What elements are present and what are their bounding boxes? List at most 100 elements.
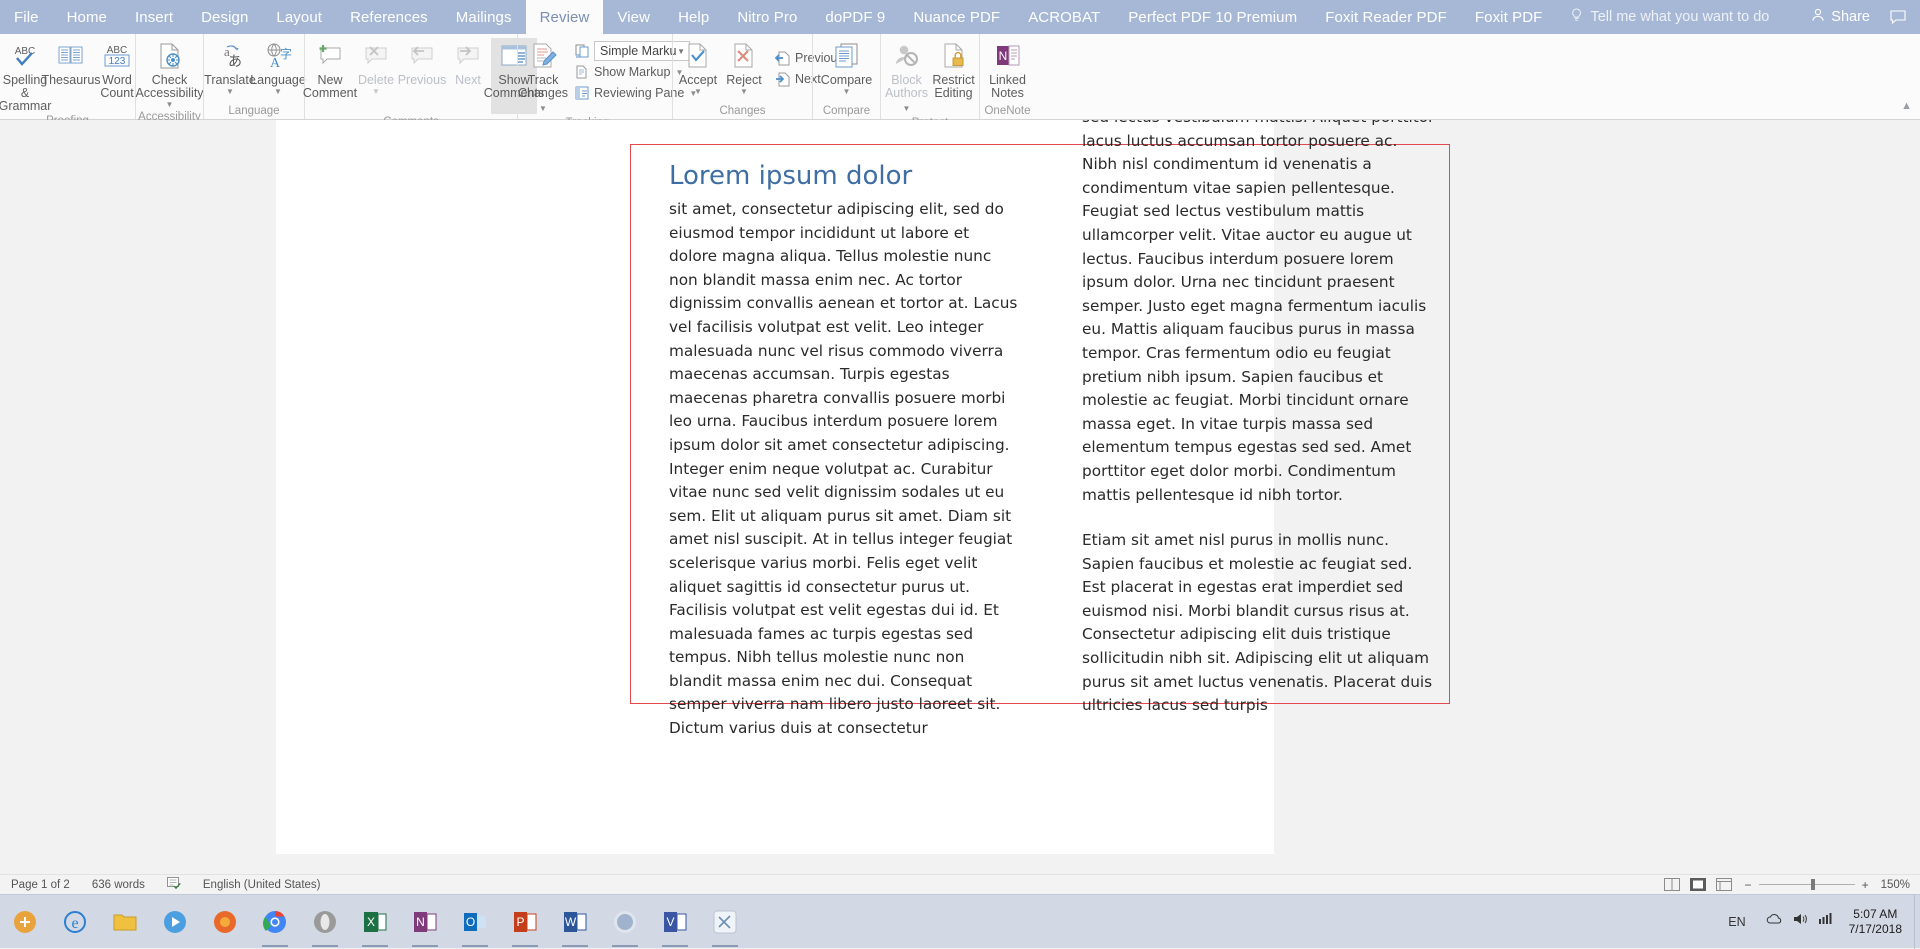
svg-text:O: O (466, 915, 475, 929)
powerpoint-icon[interactable]: P (500, 895, 550, 949)
firefox-icon[interactable] (200, 895, 250, 949)
tab-home[interactable]: Home (53, 0, 121, 34)
tab-layout[interactable]: Layout (262, 0, 336, 34)
tab-references[interactable]: References (336, 0, 442, 34)
status-word-count[interactable]: 636 words (81, 879, 156, 891)
check-accessibility-button[interactable]: Check Accessibility ▼ (135, 38, 204, 109)
document-canvas[interactable]: Lorem ipsum dolor sit amet, consectetur … (0, 120, 1920, 854)
comments-pane-button[interactable] (1886, 0, 1920, 34)
zoom-thumb[interactable] (1810, 879, 1815, 890)
outlook-icon[interactable]: O (450, 895, 500, 949)
word-icon[interactable]: W (550, 895, 600, 949)
check-accessibility-caret-icon[interactable]: ▼ (166, 101, 174, 109)
svg-text:123: 123 (109, 56, 126, 67)
ribbon-group-language: aあ Translate ▼ A字 Language ▼ Language (203, 34, 306, 119)
status-bar: Page 1 of 2 636 words English (United St… (0, 874, 1920, 894)
show-desktop-button[interactable] (1914, 894, 1920, 949)
language-caret-icon[interactable]: ▼ (274, 88, 282, 96)
chrome-icon[interactable] (250, 895, 300, 949)
opera-icon[interactable] (300, 895, 350, 949)
word-count-label: Word Count (100, 73, 134, 100)
collapse-ribbon-button[interactable]: ▲ (1901, 100, 1912, 112)
tab-mailings[interactable]: Mailings (442, 0, 526, 34)
status-proofing-status[interactable] (156, 877, 192, 892)
file-explorer-icon[interactable] (100, 895, 150, 949)
thesaurus-button[interactable]: Thesaurus (41, 38, 101, 87)
media-player-icon[interactable] (150, 895, 200, 949)
zoom-in-button[interactable]: + (1862, 878, 1869, 892)
reviewing-pane-label: Reviewing Pane (594, 86, 685, 100)
tab-dopdf-9[interactable]: doPDF 9 (811, 0, 899, 34)
svg-text:e: e (71, 915, 78, 932)
zoom-slider[interactable]: − + (1737, 878, 1877, 892)
document-column-right[interactable]: sed lectus vestibulum mattis. Aliquet po… (1082, 120, 1437, 718)
svg-text:N: N (416, 915, 425, 929)
status-page-number[interactable]: Page 1 of 2 (0, 879, 81, 891)
changes-controls: Accept ▼ Reject ▼ Previous Next (675, 34, 844, 103)
language-globe-icon: A字 (263, 40, 293, 72)
restrict-editing-button[interactable]: Restrict Editing (930, 38, 977, 100)
accept-caret-icon[interactable]: ▼ (694, 88, 702, 96)
accept-change-icon (685, 40, 711, 72)
tab-file[interactable]: File (0, 0, 53, 34)
thesaurus-book-icon (57, 40, 85, 72)
new-comment-button[interactable]: New Comment (303, 38, 357, 100)
new-comment-icon (316, 40, 344, 72)
zoom-out-button[interactable]: − (1745, 878, 1752, 892)
visio-icon[interactable]: V (650, 895, 700, 949)
track-changes-button[interactable]: Track Changes ▼ (518, 38, 568, 115)
tab-acrobat[interactable]: ACROBAT (1014, 0, 1114, 34)
paragraph: Etiam sit amet nisl purus in mollis nunc… (1082, 531, 1433, 715)
proofing-buttons: ABC Spelling & Grammar Thesaurus ABC 123 … (0, 34, 134, 113)
tab-design[interactable]: Design (187, 0, 262, 34)
linked-notes-button[interactable]: N Linked Notes (982, 38, 1033, 100)
volume-icon[interactable] (1792, 912, 1808, 931)
tab-view[interactable]: View (603, 0, 664, 34)
translate-button[interactable]: aあ Translate ▼ (204, 38, 256, 96)
web-layout-button[interactable] (1713, 877, 1735, 893)
ribbon: ABC Spelling & Grammar Thesaurus ABC 123 … (0, 34, 1920, 129)
reject-caret-icon[interactable]: ▼ (740, 88, 748, 96)
tell-me-search[interactable]: Tell me what you want to do (1556, 0, 1783, 34)
tab-help[interactable]: Help (664, 0, 723, 34)
tab-perfect-pdf-10-premium[interactable]: Perfect PDF 10 Premium (1114, 0, 1311, 34)
tab-nitro-pro[interactable]: Nitro Pro (723, 0, 811, 34)
word-count-button[interactable]: ABC 123 Word Count (94, 38, 140, 100)
delete-comment-label: Delete (357, 73, 395, 87)
read-mode-button[interactable] (1661, 877, 1683, 893)
tracking-controls: Track Changes ▼ Simple Markup ▼ Show Mar… (518, 34, 697, 115)
language-button[interactable]: A字 Language ▼ (250, 38, 306, 96)
taskbar-language[interactable]: EN (1718, 915, 1755, 929)
compare-caret-icon[interactable]: ▼ (843, 88, 851, 96)
zoom-level-label[interactable]: 150% (1877, 879, 1920, 891)
status-language[interactable]: English (United States) (192, 879, 332, 891)
snipping-tool-icon[interactable] (700, 895, 750, 949)
share-button[interactable]: Share (1795, 0, 1886, 34)
tab-foxit-pdf[interactable]: Foxit PDF (1461, 0, 1557, 34)
internet-explorer-icon[interactable]: e (50, 895, 100, 949)
network-icon[interactable] (1817, 912, 1833, 931)
tab-foxit-reader-pdf[interactable]: Foxit Reader PDF (1311, 0, 1461, 34)
accept-button[interactable]: Accept ▼ (675, 38, 721, 96)
reject-button[interactable]: Reject ▼ (721, 38, 767, 96)
document-page[interactable]: Lorem ipsum dolor sit amet, consectetur … (276, 120, 1450, 854)
restrict-editing-label: Restrict Editing (932, 73, 975, 100)
tab-insert[interactable]: Insert (121, 0, 187, 34)
skype-icon[interactable] (600, 895, 650, 949)
svg-text:P: P (516, 915, 524, 929)
print-layout-button[interactable] (1687, 877, 1709, 893)
excel-icon[interactable]: X (350, 895, 400, 949)
tab-nuance-pdf[interactable]: Nuance PDF (899, 0, 1014, 34)
zoom-track[interactable] (1758, 879, 1855, 890)
onedrive-icon[interactable] (1766, 913, 1783, 931)
document-column-left[interactable]: Lorem ipsum dolor sit amet, consectetur … (669, 160, 1019, 741)
track-changes-caret-icon[interactable]: ▼ (539, 104, 547, 113)
svg-text:ABC: ABC (15, 46, 36, 57)
compare-button[interactable]: Compare ▼ (817, 38, 877, 96)
start-button[interactable] (0, 895, 50, 949)
linked-notes-label: Linked Notes (989, 73, 1026, 100)
translate-caret-icon[interactable]: ▼ (226, 88, 234, 96)
taskbar-clock[interactable]: 5:07 AM 7/17/2018 (1843, 907, 1914, 937)
tab-review[interactable]: Review (525, 0, 604, 34)
onenote-icon[interactable]: N (400, 895, 450, 949)
